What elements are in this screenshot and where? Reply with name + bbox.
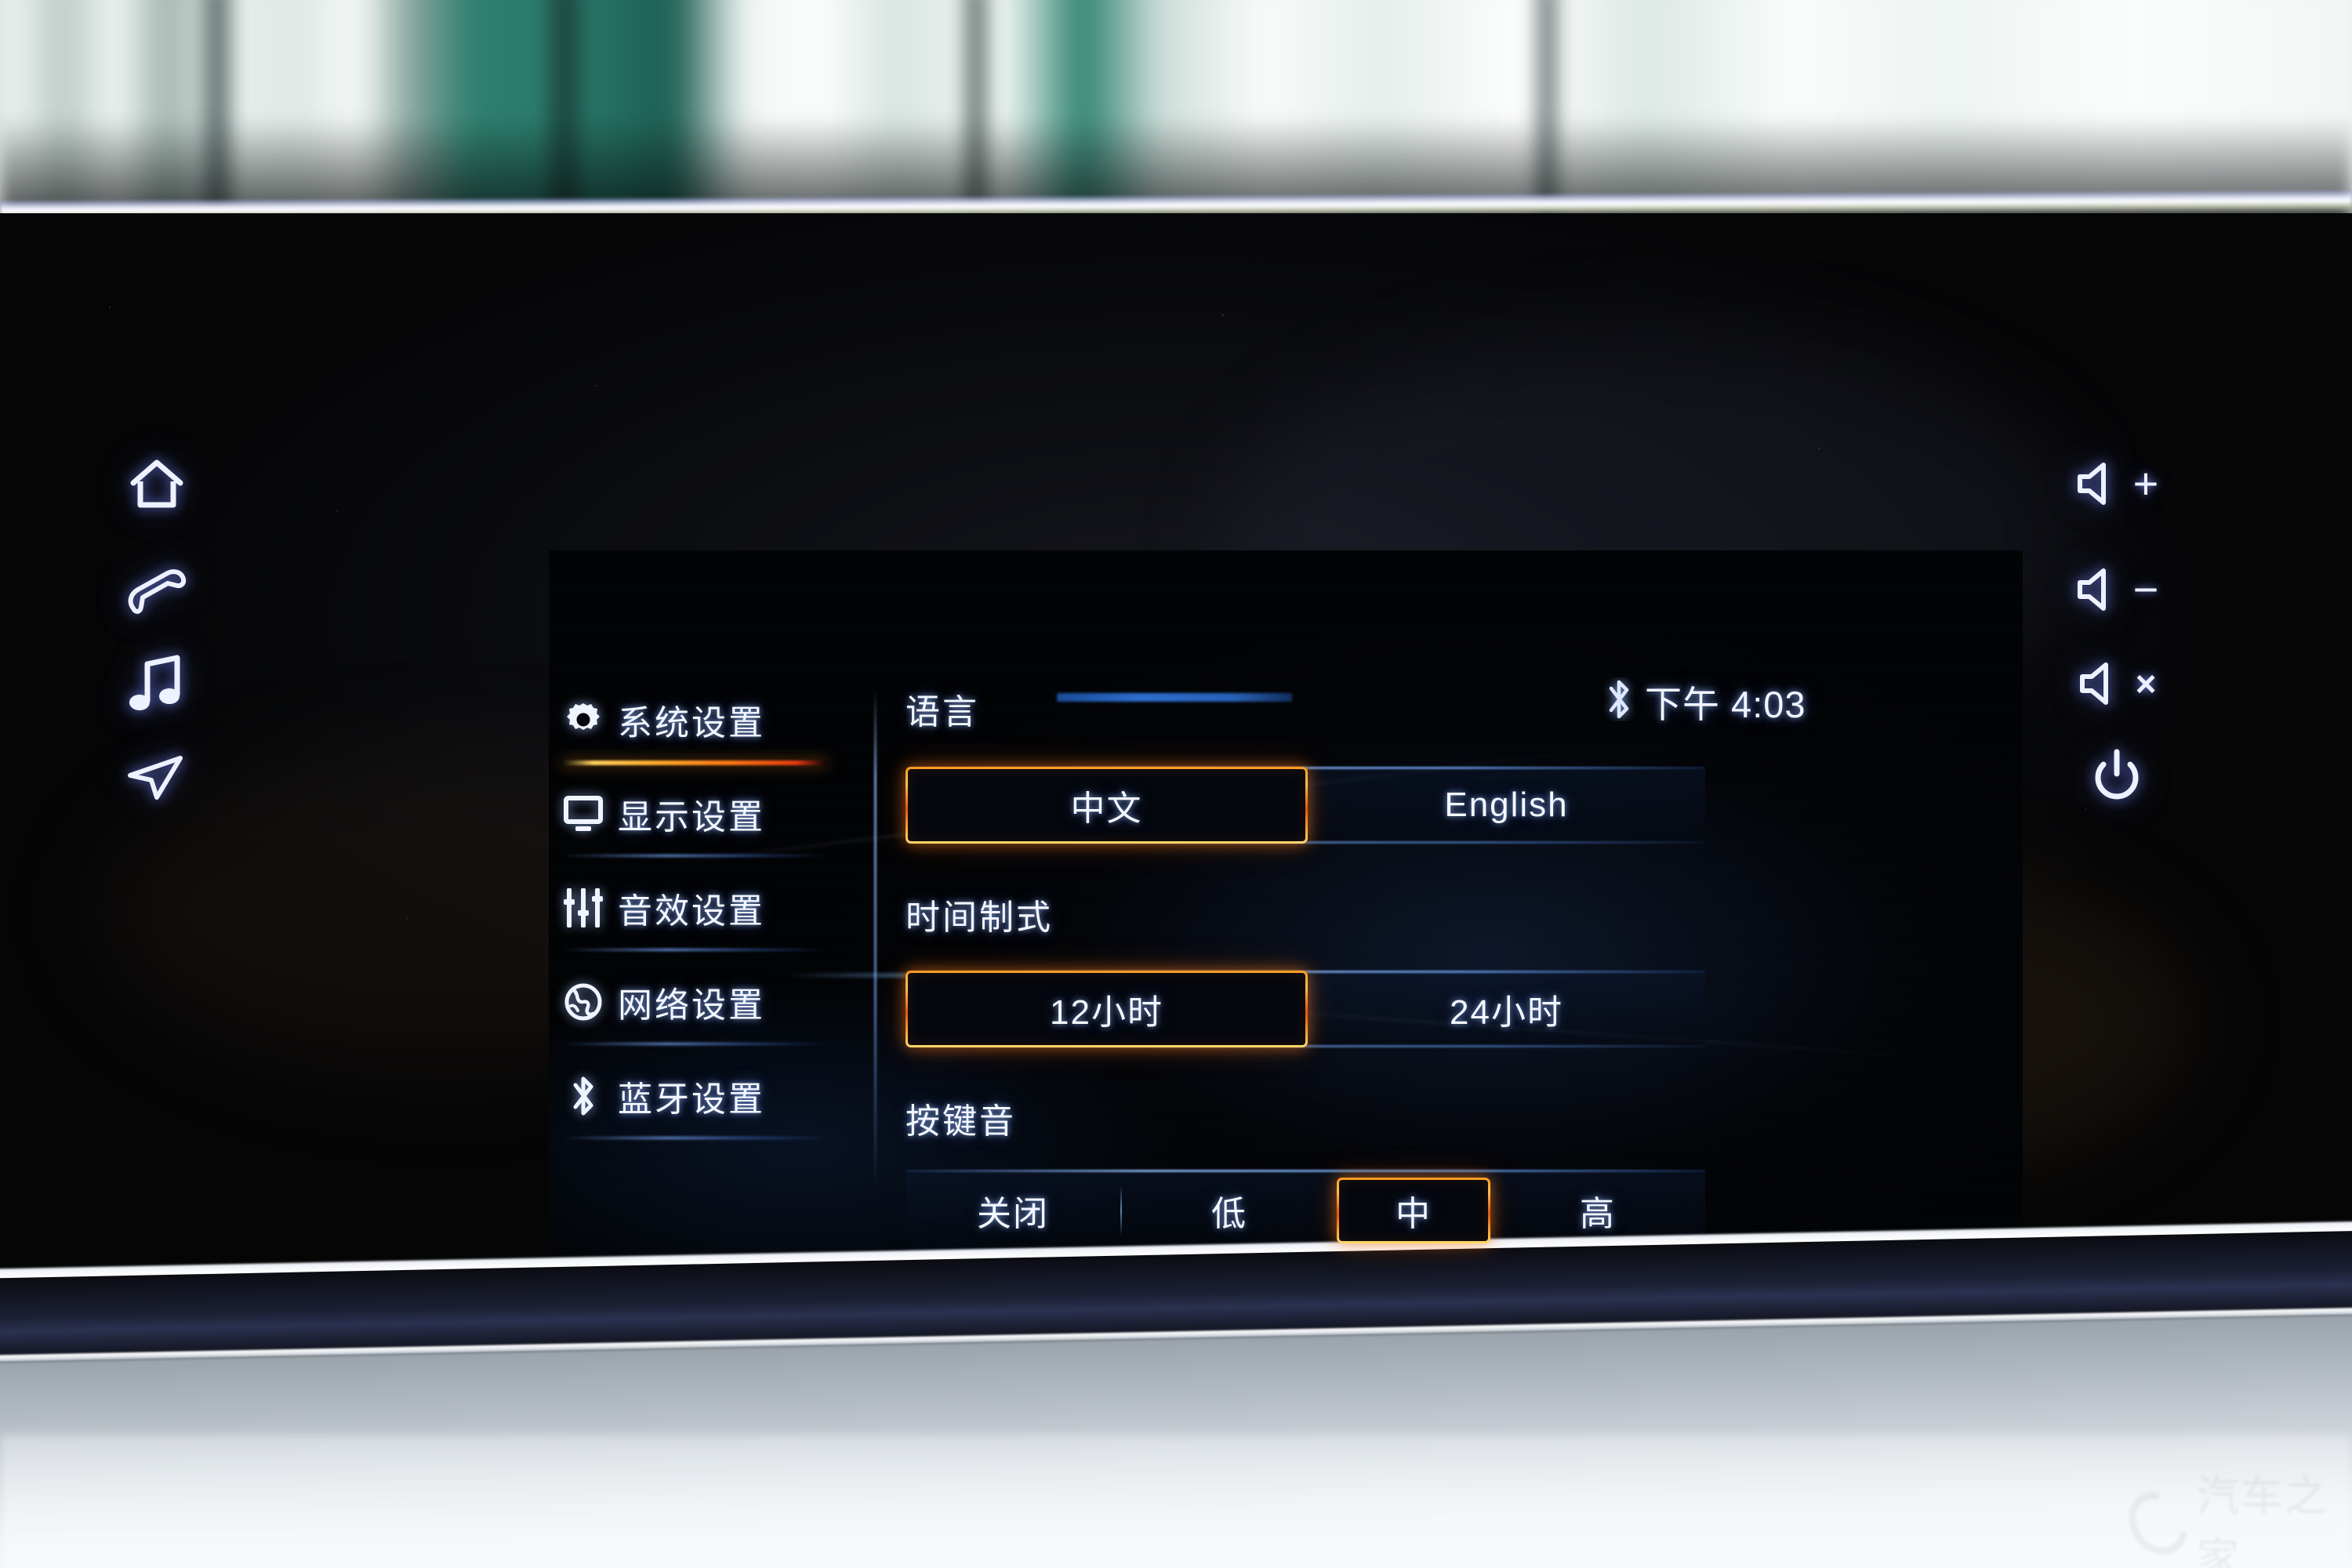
- sidebar-item-label: 显示设置: [618, 798, 765, 837]
- language-option-english[interactable]: English: [1308, 767, 1705, 844]
- power-icon: [2095, 749, 2139, 800]
- sidebar-item-system-settings[interactable]: 系统设置: [549, 684, 874, 756]
- volume-down-button[interactable]: −: [2046, 546, 2187, 633]
- navigation-button[interactable]: [110, 735, 204, 821]
- mute-button[interactable]: ×: [2046, 641, 2187, 727]
- sidebar-item-label: 蓝牙设置: [618, 1080, 765, 1119]
- cross-sign: ×: [2135, 663, 2157, 704]
- key-tone-label: 按键音: [906, 1102, 1016, 1141]
- sidebar-divider: [561, 1137, 828, 1139]
- time-format-option-12h[interactable]: 12小时: [906, 971, 1308, 1047]
- language-option-chinese[interactable]: 中文: [906, 767, 1308, 844]
- key-tone-option-low[interactable]: 低: [1122, 1170, 1337, 1251]
- language-label: 语言: [906, 693, 979, 731]
- sidebar-content-divider: [874, 688, 877, 1189]
- sidebar-divider: [561, 949, 828, 951]
- sidebar-divider-active: [561, 760, 828, 765]
- settings-content: 语言 中文 English 时间制式 12小时 24小时 按键音 关闭 低 中 …: [906, 684, 1987, 1251]
- plus-sign: +: [2132, 459, 2159, 508]
- time-format-label: 时间制式: [906, 898, 1053, 937]
- power-button[interactable]: [2046, 735, 2187, 821]
- volume-up-button[interactable]: +: [2046, 441, 2187, 527]
- gear-icon: [549, 700, 618, 739]
- time-format-option-24h[interactable]: 24小时: [1308, 971, 1705, 1047]
- music-button[interactable]: [110, 641, 204, 727]
- key-tone-option-off[interactable]: 关闭: [906, 1170, 1120, 1251]
- key-tone-option-high[interactable]: 高: [1490, 1170, 1705, 1251]
- settings-sidebar: 系统设置 显示设置 音效设置 网络设置 蓝牙设置: [549, 684, 874, 1170]
- phone-icon: [128, 569, 187, 614]
- navigation-icon: [128, 756, 183, 800]
- bluetooth-icon: [549, 1074, 618, 1118]
- watermark-text: 汽车之家: [2196, 1473, 2328, 1568]
- volume-mute-icon: [2079, 662, 2108, 705]
- sidebar-item-sound-settings[interactable]: 音效设置: [549, 872, 874, 944]
- monitor-icon: [549, 795, 618, 833]
- volume-down-icon: [2077, 568, 2106, 611]
- sidebar-item-bluetooth-settings[interactable]: 蓝牙设置: [549, 1060, 874, 1132]
- sidebar-item-label: 网络设置: [618, 986, 765, 1025]
- music-note-icon: [129, 655, 180, 710]
- home-icon: [130, 459, 183, 508]
- sidebar-item-display-settings[interactable]: 显示设置: [549, 778, 874, 850]
- globe-icon: [549, 982, 618, 1022]
- phone-button[interactable]: [110, 550, 204, 637]
- volume-up-icon: [2077, 463, 2106, 505]
- equalizer-icon: [549, 888, 618, 927]
- sidebar-item-label: 音效设置: [618, 892, 765, 931]
- status-bar: 下午 4:03: [549, 613, 2023, 725]
- sidebar-divider: [561, 855, 828, 857]
- minus-sign: −: [2132, 564, 2159, 614]
- key-tone-segmented-control[interactable]: 关闭 低 中 高: [906, 1170, 1705, 1251]
- key-tone-option-medium[interactable]: 中: [1337, 1178, 1490, 1243]
- sidebar-item-label: 系统设置: [618, 704, 765, 742]
- sidebar-divider: [561, 1043, 828, 1045]
- language-segmented-control[interactable]: 中文 English: [906, 767, 1705, 844]
- console-surface-lower: [0, 1435, 2352, 1568]
- time-format-segmented-control[interactable]: 12小时 24小时: [906, 971, 1705, 1047]
- head-unit-bezel: + − × 下午 4:03 系统设置 显示设置 音效设置 网络设置 蓝牙设置 语…: [0, 213, 2352, 1413]
- photo-scene: + − × 下午 4:03 系统设置 显示设置 音效设置 网络设置 蓝牙设置 语…: [0, 0, 2352, 1568]
- watermark: 汽车之家: [2117, 1473, 2335, 1568]
- home-button[interactable]: [110, 441, 204, 527]
